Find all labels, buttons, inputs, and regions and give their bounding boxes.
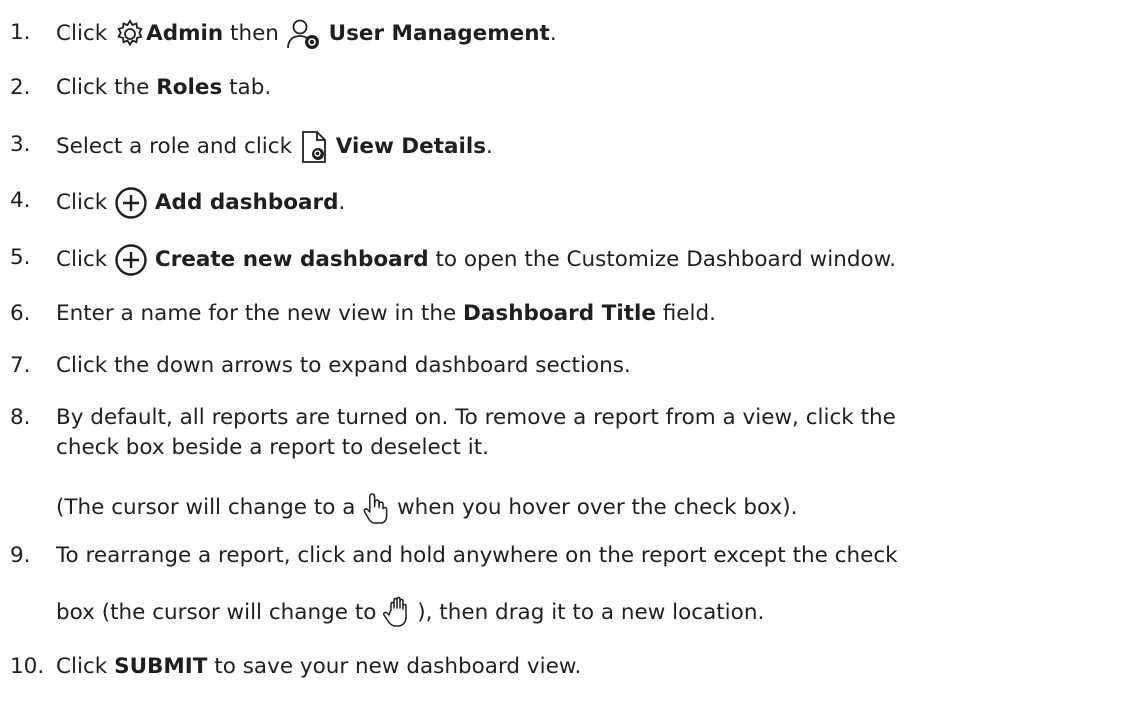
roles-label: Roles — [156, 75, 223, 100]
user-management-label: User Management — [328, 21, 550, 46]
step-number: 4. — [10, 188, 31, 213]
plus-circle-icon — [114, 243, 148, 277]
step-number: 9. — [10, 543, 31, 568]
submit-label: SUBMIT — [114, 654, 208, 679]
step-number: 10. — [10, 654, 45, 679]
instruction-list: 1. Click Admin then User Management. 2. … — [0, 0, 1132, 715]
pointer-hand-icon — [362, 492, 390, 524]
step-number: 2. — [10, 75, 31, 100]
user-settings-icon — [286, 18, 322, 50]
grab-hand-icon — [383, 596, 417, 630]
step-number: 3. — [10, 132, 31, 157]
step-number: 1. — [10, 20, 31, 45]
admin-label: Admin — [146, 21, 224, 46]
gear-icon — [114, 19, 146, 49]
create-new-dashboard-label: Create new dashboard — [154, 247, 429, 272]
step-text: Enter a name for the new view in the Das… — [56, 301, 716, 326]
add-dashboard-label: Add dashboard — [154, 190, 339, 215]
step-note: (The cursor will change to a when you ho… — [56, 492, 1120, 524]
step-text-continued: box (the cursor will change to ), then d… — [56, 596, 1120, 630]
step-text: Click Add dashboard. — [56, 186, 1120, 220]
step-text: By default, all reports are turned on. T… — [56, 405, 896, 460]
step-text: Click SUBMIT to save your new dashboard … — [56, 654, 582, 679]
step-number: 7. — [10, 353, 31, 378]
document-search-icon — [299, 130, 329, 164]
step-text: To rearrange a report, click and hold an… — [56, 543, 898, 568]
step-text: Click Admin then User Management. — [56, 18, 1120, 50]
view-details-label: View Details — [335, 134, 487, 159]
step-number: 5. — [10, 245, 31, 270]
step-text: Click Create new dashboard to open the C… — [56, 243, 1120, 277]
step-text: Click the Roles tab. — [56, 75, 272, 100]
step-number: 8. — [10, 405, 31, 430]
step-text: Select a role and click View Details. — [56, 130, 1120, 164]
dashboard-title-label: Dashboard Title — [463, 301, 656, 326]
step-number: 6. — [10, 301, 31, 326]
step-text: Click the down arrows to expand dashboar… — [56, 353, 631, 378]
plus-circle-icon — [114, 186, 148, 220]
